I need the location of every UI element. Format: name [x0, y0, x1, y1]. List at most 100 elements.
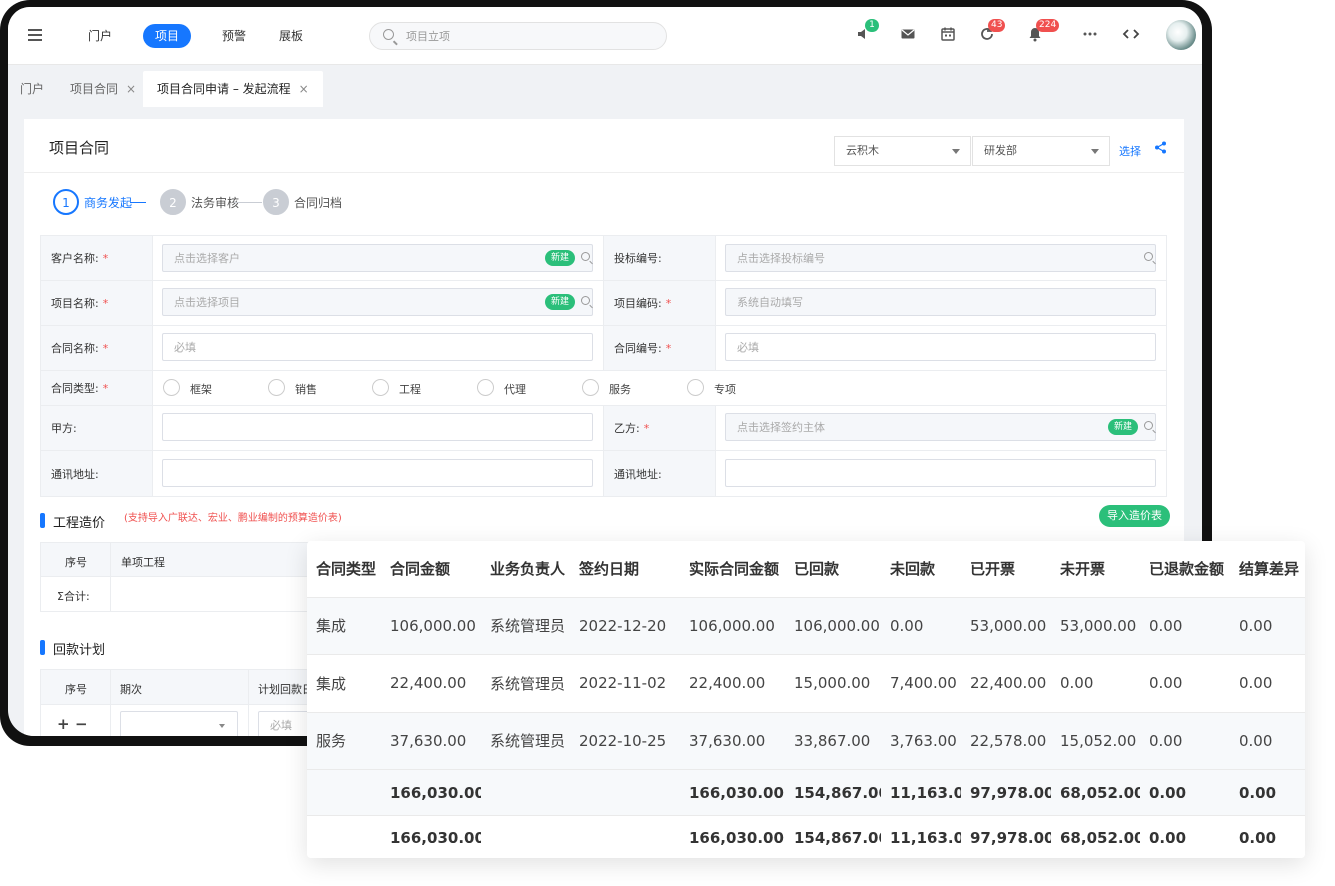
new-party-button[interactable]: 新建 — [1108, 419, 1139, 435]
tab-portal[interactable]: 门户 — [20, 71, 44, 107]
avatar[interactable] — [1166, 20, 1196, 50]
table-cell: 系统管理员 — [481, 596, 570, 655]
calendar-icon[interactable] — [939, 26, 957, 44]
new-customer-button[interactable]: 新建 — [545, 250, 576, 266]
total-cell: 154,867.00 — [785, 815, 881, 858]
step-connector — [130, 202, 146, 203]
column-header: 未回款 — [890, 560, 936, 579]
remove-row-icon[interactable]: − — [75, 715, 88, 733]
col-index: 序号 — [65, 556, 87, 569]
hamburger-menu-icon[interactable] — [28, 29, 42, 41]
total-cell: 166,030.00 — [381, 815, 481, 858]
party-a-input[interactable] — [162, 413, 593, 441]
customer-input[interactable] — [162, 244, 593, 272]
close-icon[interactable]: × — [126, 82, 136, 96]
address-b-input[interactable] — [725, 459, 1156, 487]
search-icon[interactable] — [1144, 421, 1153, 430]
chevron-down-icon — [1091, 149, 1099, 154]
radio-circle[interactable] — [163, 379, 180, 396]
total-cell: 166,030.00 — [680, 769, 785, 816]
bell-icon[interactable]: 224 — [1026, 19, 1060, 44]
nav-dashboard[interactable]: 展板 — [279, 24, 303, 48]
border — [1166, 451, 1167, 496]
total-cell: 11,163.00 — [881, 769, 961, 816]
search-box — [369, 22, 667, 50]
more-icon[interactable] — [1081, 26, 1099, 44]
project-input[interactable] — [162, 288, 593, 316]
table-cell: 15,000.00 — [785, 654, 881, 712]
step-connector — [234, 202, 262, 203]
border — [1166, 281, 1167, 325]
step-label: 商务发起 — [84, 196, 133, 210]
search-icon[interactable] — [1144, 252, 1153, 261]
radio-label: 工程 — [399, 383, 421, 396]
total-cell: 0.00 — [1230, 815, 1305, 858]
total-cell: 0.00 — [1140, 769, 1230, 816]
total-cell: 97,978.00 — [961, 769, 1051, 816]
radio-circle[interactable] — [268, 379, 285, 396]
table-row: 集成 106,000.00 系统管理员 2022-12-20 106,000.00 106… — [307, 596, 1305, 655]
nav-portal[interactable]: 门户 — [88, 24, 112, 48]
contract-no-input[interactable] — [725, 333, 1156, 361]
column-header: 已回款 — [794, 560, 840, 579]
speaker-icon[interactable]: 1 — [855, 19, 879, 44]
col-index: 序号 — [65, 683, 87, 696]
nav-project[interactable]: 项目 — [143, 24, 192, 48]
total-cell: 154,867.00 — [785, 769, 881, 816]
border — [1166, 406, 1167, 450]
radio-label: 框架 — [190, 383, 212, 396]
radio-circle[interactable] — [372, 379, 389, 396]
column-header: 未开票 — [1060, 560, 1106, 579]
refresh-icon[interactable]: 43 — [978, 19, 1006, 44]
import-cost-button[interactable]: 导入造价表 — [1099, 505, 1170, 527]
close-icon[interactable]: × — [299, 82, 309, 96]
divider — [24, 172, 1184, 173]
party-b-input[interactable] — [725, 413, 1156, 441]
department-select[interactable]: 研发部 — [972, 136, 1110, 166]
step-number: 1 — [53, 189, 79, 215]
search-icon — [383, 29, 394, 40]
radio-circle[interactable] — [687, 379, 704, 396]
step-label: 法务审核 — [191, 196, 240, 210]
add-row-icon[interactable]: + — [57, 715, 70, 733]
radio-circle[interactable] — [477, 379, 494, 396]
mail-icon[interactable] — [899, 26, 917, 44]
table-cell: 37,630.00 — [680, 711, 785, 770]
choose-link[interactable]: 选择 — [1119, 143, 1141, 159]
column-header: 合同类型 — [316, 560, 377, 579]
table-cell: 22,400.00 — [680, 654, 785, 712]
search-icon[interactable] — [581, 296, 590, 305]
radio-circle[interactable] — [582, 379, 599, 396]
contract-name-label: 合同名称: * — [40, 326, 153, 370]
search-input[interactable] — [406, 28, 646, 44]
total-cell — [307, 815, 381, 858]
table-cell: 0.00 — [1140, 711, 1230, 770]
contract-summary-table: 合同类型 合同金额 业务负责人 签约日期 实际合同金额 已回款 未回款 已开票 未开票 已退款金额… — [307, 541, 1305, 858]
table-cell: 0.00 — [1140, 654, 1230, 712]
bid-input[interactable] — [725, 244, 1156, 272]
step-number: 2 — [160, 189, 186, 215]
share-icon[interactable] — [1154, 141, 1168, 155]
col-item: 单项工程 — [121, 556, 165, 569]
period-select[interactable] — [120, 711, 238, 736]
new-project-button[interactable]: 新建 — [545, 294, 576, 310]
search-icon[interactable] — [581, 252, 590, 261]
column-header: 已开票 — [970, 560, 1016, 579]
contract-name-input[interactable] — [162, 333, 593, 361]
border — [1166, 326, 1167, 370]
table-cell: 106,000.00 — [785, 596, 881, 655]
chevron-down-icon — [952, 149, 960, 154]
nav-warning[interactable]: 预警 — [222, 24, 246, 48]
code-icon[interactable] — [1122, 26, 1140, 44]
radio-label: 专项 — [714, 383, 736, 396]
address-a-input[interactable] — [162, 459, 593, 487]
tab-project-contract[interactable]: 项目合同 × — [70, 71, 136, 107]
column-header: 已退款金额 — [1149, 560, 1225, 579]
party-a-label: 甲方: — [40, 406, 153, 450]
table-cell: 37,630.00 — [381, 711, 481, 770]
project-code-input[interactable] — [725, 288, 1156, 316]
column-header: 业务负责人 — [490, 560, 566, 579]
company-select[interactable]: 云积木 — [834, 136, 971, 166]
form-row: 通讯地址: 通讯地址: — [40, 451, 1167, 497]
tab-contract-apply[interactable]: 项目合同申请 – 发起流程 × — [143, 71, 323, 107]
